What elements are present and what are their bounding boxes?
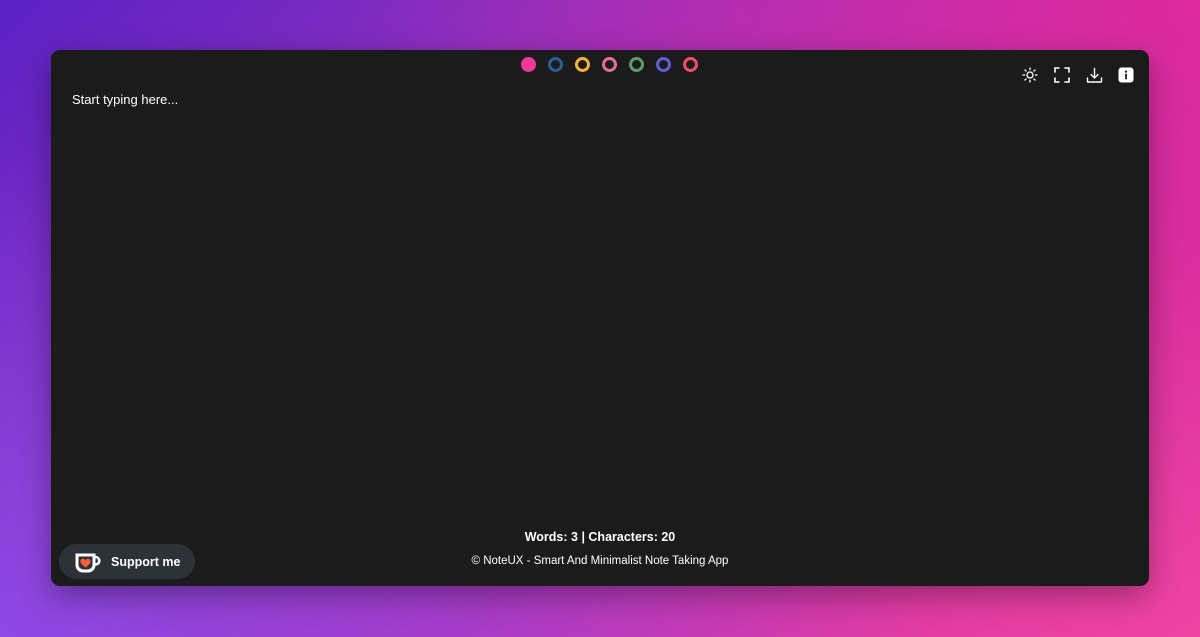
download-button[interactable] (1085, 66, 1103, 84)
theme-toggle-button[interactable] (1021, 66, 1039, 84)
word-char-count: Words: 3 | Characters: 20 (524, 530, 676, 544)
note-window: Words: 3 | Characters: 20 © NoteUX - Sma… (51, 50, 1149, 586)
info-button[interactable] (1117, 66, 1135, 84)
color-swatch-blue[interactable] (656, 57, 671, 72)
color-picker (521, 57, 698, 72)
support-me-button[interactable]: Support me (59, 544, 195, 579)
color-swatch-green[interactable] (629, 57, 644, 72)
footer-copyright: © NoteUX - Smart And Minimalist Note Tak… (471, 555, 729, 567)
fullscreen-button[interactable] (1053, 66, 1071, 84)
color-swatch-rose[interactable] (602, 57, 617, 72)
download-icon (1086, 67, 1102, 83)
fullscreen-icon (1054, 67, 1070, 83)
color-swatch-yellow[interactable] (575, 57, 590, 72)
color-swatch-red[interactable] (683, 57, 698, 72)
coffee-cup-heart-icon (73, 550, 103, 574)
color-swatch-pink[interactable] (521, 57, 536, 72)
info-icon (1118, 67, 1134, 83)
support-me-label: Support me (111, 554, 181, 569)
note-editor[interactable] (70, 88, 974, 110)
sun-icon (1022, 67, 1038, 83)
color-swatch-navy[interactable] (548, 57, 563, 72)
toolbar (1021, 66, 1135, 84)
